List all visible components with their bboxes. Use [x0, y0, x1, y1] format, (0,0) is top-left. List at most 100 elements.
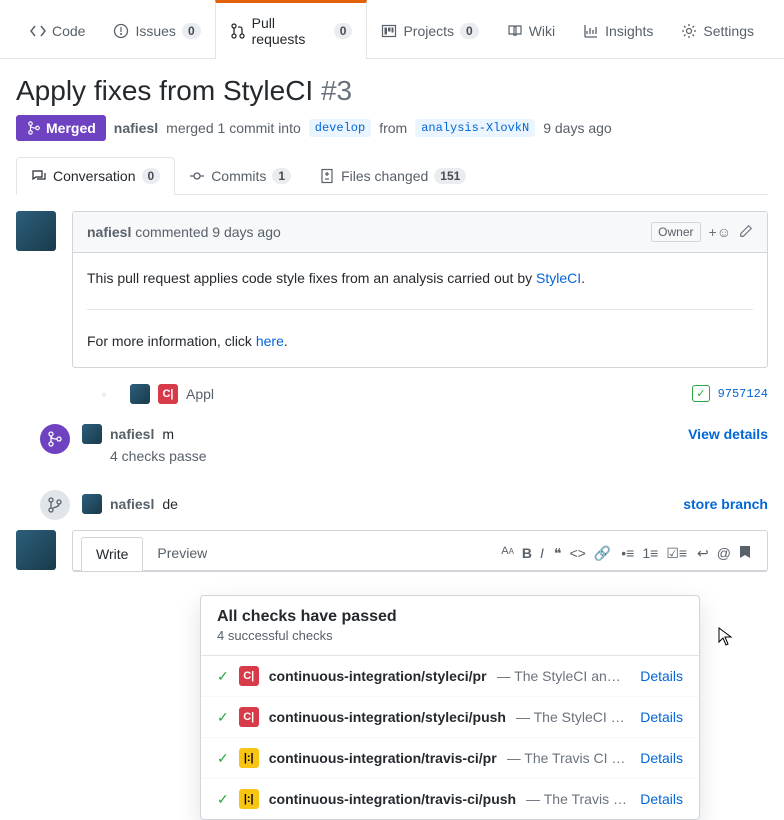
travis-badge-icon: |:| [239, 789, 259, 809]
cursor-icon [718, 627, 734, 647]
pr-number: #3 [321, 75, 352, 106]
tab-write[interactable]: Write [81, 537, 143, 571]
merge-text: merged 1 commit into [166, 120, 301, 136]
tab-files[interactable]: Files changed 151 [305, 157, 480, 194]
tab-projects[interactable]: Projects 0 [367, 0, 492, 58]
commit-message[interactable]: Appl [186, 386, 214, 402]
merged-text: m [162, 426, 174, 442]
check-details-link[interactable]: Details [640, 709, 683, 725]
issues-counter: 0 [182, 23, 201, 39]
book-icon [507, 23, 523, 39]
quote-icon[interactable]: ❝ [554, 545, 562, 562]
deleted-text: de [162, 496, 178, 512]
styleci-badge-icon: C| [239, 666, 259, 686]
comment-time[interactable]: 9 days ago [212, 224, 281, 240]
compose-wrap: Write Preview AA B I ❝ <> 🔗 •≡ 1≡ ☑≡ [0, 530, 784, 588]
code-icon[interactable]: <> [569, 545, 585, 562]
check-name: continuous-integration/styleci/push [269, 709, 506, 725]
tab-conversation[interactable]: Conversation 0 [16, 157, 175, 195]
link-icon[interactable]: 🔗 [594, 545, 611, 562]
check-row: ✓ C| continuous-integration/styleci/push… [201, 697, 699, 738]
tab-wiki[interactable]: Wiki [493, 0, 569, 58]
tab-commits[interactable]: Commits 1 [175, 157, 305, 194]
comment-author[interactable]: nafiesl [87, 224, 131, 240]
check-desc: — The StyleCI an… [497, 668, 631, 684]
pr-icon [230, 23, 246, 39]
ul-icon[interactable]: •≡ [621, 545, 634, 562]
pr-counter: 0 [334, 23, 353, 39]
ol-icon[interactable]: 1≡ [642, 545, 658, 562]
restore-branch-link[interactable]: store branch [683, 496, 768, 512]
tab-pr-label: Pull requests [252, 15, 328, 47]
avatar[interactable] [16, 211, 56, 251]
conversation-counter: 0 [142, 168, 161, 184]
bold-icon[interactable]: B [522, 545, 532, 561]
tab-preview[interactable]: Preview [143, 537, 221, 569]
heading-icon[interactable]: AA [501, 545, 514, 561]
tab-issues[interactable]: Issues 0 [99, 0, 214, 58]
commits-counter: 1 [272, 168, 291, 184]
tab-insights-label: Insights [605, 23, 653, 39]
deleted-author[interactable]: nafiesl [110, 496, 154, 512]
checks-passed-text: 4 checks passe [110, 448, 768, 464]
commit-icon [189, 168, 205, 184]
checks-popover: All checks have passed 4 successful chec… [200, 595, 700, 820]
italic-icon[interactable]: I [540, 545, 544, 561]
tab-settings[interactable]: Settings [667, 0, 768, 58]
check-details-link[interactable]: Details [640, 750, 683, 766]
comment-wrap: nafiesl commented 9 days ago Owner +☺ Th… [16, 211, 768, 368]
state-badge-merged: Merged [16, 115, 106, 141]
pr-author-link[interactable]: nafiesl [114, 120, 158, 136]
repo-nav: Code Issues 0 Pull requests 0 Projects 0… [0, 0, 784, 59]
check-name: continuous-integration/travis-ci/pr [269, 750, 497, 766]
check-desc: — The Travis … [526, 791, 630, 807]
check-details-link[interactable]: Details [640, 791, 683, 807]
view-details-link[interactable]: View details [688, 426, 768, 442]
state-text: Merged [46, 120, 96, 136]
mention-icon[interactable]: @ [717, 545, 731, 562]
tab-settings-label: Settings [703, 23, 754, 39]
info-text-a: For more information, click [87, 333, 256, 349]
comment-body: This pull request applies code style fix… [73, 253, 767, 367]
avatar[interactable] [82, 424, 102, 444]
here-link[interactable]: here [256, 333, 284, 349]
travis-badge-icon: |:| [239, 748, 259, 768]
bookmark-icon[interactable] [739, 545, 751, 562]
check-name: continuous-integration/styleci/pr [269, 668, 487, 684]
pr-header: Apply fixes from StyleCI #3 Merged nafie… [0, 59, 784, 157]
checks-subtitle: 4 successful checks [217, 628, 683, 643]
body-text-b: . [581, 270, 585, 286]
check-row: ✓ C| continuous-integration/styleci/pr —… [201, 656, 699, 697]
check-row: ✓ |:| continuous-integration/travis-ci/p… [201, 738, 699, 779]
base-branch[interactable]: develop [309, 119, 371, 137]
avatar[interactable] [82, 494, 102, 514]
projects-icon [381, 23, 397, 39]
tab-pull-requests[interactable]: Pull requests 0 [215, 0, 368, 59]
graph-icon [583, 23, 599, 39]
diff-icon [319, 168, 335, 184]
task-icon[interactable]: ☑≡ [666, 545, 687, 562]
add-emoji-icon[interactable]: +☺ [709, 224, 731, 240]
comment-actions: Owner +☺ [651, 222, 753, 242]
edit-icon[interactable] [739, 224, 753, 241]
merged-dot-icon [40, 424, 70, 454]
avatar[interactable] [16, 530, 56, 570]
merged-author[interactable]: nafiesl [110, 426, 154, 442]
reply-icon[interactable]: ↩ [697, 545, 709, 562]
compose-tabs: Write Preview AA B I ❝ <> 🔗 •≡ 1≡ ☑≡ [73, 531, 767, 571]
styleci-badge-icon: C| [158, 384, 178, 404]
tab-insights[interactable]: Insights [569, 0, 667, 58]
check-success-icon[interactable]: ✓ [692, 385, 709, 402]
pr-meta: Merged nafiesl merged 1 commit into deve… [16, 115, 768, 141]
comments-icon [31, 168, 47, 184]
avatar[interactable] [130, 384, 150, 404]
comment-box: nafiesl commented 9 days ago Owner +☺ Th… [72, 211, 768, 368]
check-success-icon: ✓ [217, 791, 229, 808]
commit-hash[interactable]: 9757124 [718, 387, 768, 401]
commit-dot-icon: ◦ [96, 386, 112, 402]
styleci-link[interactable]: StyleCI [536, 270, 581, 286]
check-details-link[interactable]: Details [640, 668, 683, 684]
head-branch[interactable]: analysis-XlovkN [415, 119, 535, 137]
code-icon [30, 23, 46, 39]
tab-code[interactable]: Code [16, 0, 99, 58]
